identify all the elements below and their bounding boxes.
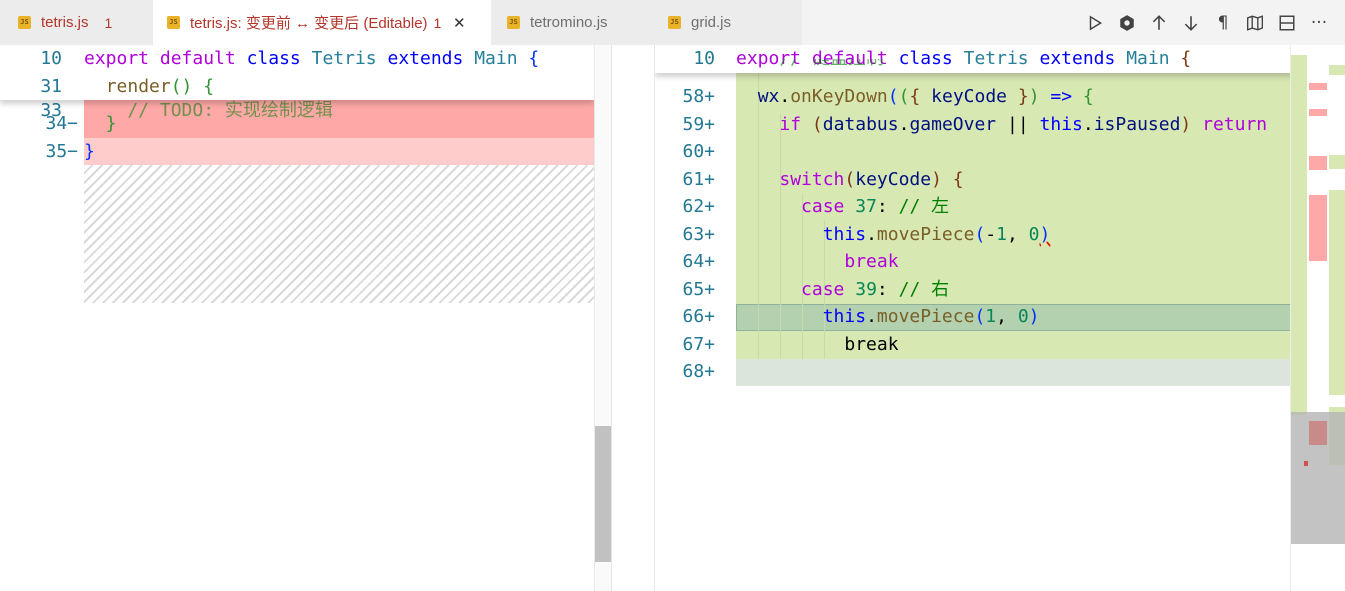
line-number: 58+ [682, 86, 715, 107]
close-icon[interactable]: ✕ [449, 13, 469, 33]
line-number: 59+ [682, 113, 715, 135]
code-line: break [736, 333, 899, 355]
arrow-down-icon[interactable] [1175, 7, 1207, 39]
pilcrow-icon[interactable]: ¶ [1207, 7, 1239, 39]
removed-marker [1309, 156, 1327, 170]
removed-line-highlight [84, 138, 611, 165]
javascript-file-icon: JS [18, 16, 31, 29]
removed-marker [1309, 109, 1327, 116]
line-number: 10 [693, 48, 715, 69]
code-line: export default class Tetris extends Main… [84, 48, 540, 69]
line-number: 61+ [682, 168, 715, 190]
code-line: case 39: // 右 [801, 278, 950, 300]
line-number: 31 [40, 75, 62, 97]
added-marker [1329, 65, 1345, 75]
removed-marker [1309, 83, 1327, 90]
code-line: case 37: // 左 [801, 196, 950, 217]
diff-sash[interactable] [611, 45, 655, 591]
code-line: switch(keyCode) { [779, 168, 964, 190]
tab-label: tetris.js [41, 14, 89, 31]
line-number: 67+ [682, 333, 715, 355]
tab-tetromino-js[interactable]: JS tetromino.js [491, 0, 654, 45]
problem-count-badge: 1 [433, 14, 442, 31]
code-line: } [84, 141, 95, 162]
vertical-scrollbar[interactable] [594, 45, 611, 591]
code-line: } [84, 113, 117, 134]
tab-label: grid.js [691, 14, 732, 31]
javascript-file-icon: JS [668, 16, 681, 29]
code-line: this.movePiece(-1, 0) [822, 223, 1051, 245]
code-line: // 键盘控制 [736, 59, 884, 73]
line-number: 63+ [682, 223, 715, 245]
javascript-file-icon: JS [507, 16, 520, 29]
removed-marker [1309, 195, 1327, 261]
tab-label: tetromino.js [530, 14, 608, 31]
line-number: 34− [45, 113, 78, 134]
scrollbar-thumb[interactable] [595, 426, 611, 562]
source-control-icon[interactable] [1111, 7, 1143, 39]
diff-modified-editor[interactable]: 58+ wx.onKeyDown(({ keyCode }) => { 59+ … [655, 45, 1345, 591]
code-line: // TODO: 实现绘制逻辑 [84, 100, 333, 121]
tab-label: tetris.js: 变更前 ↔ 变更后 (Editable) [190, 15, 428, 32]
editor-actions: ¶ ··· [1079, 0, 1335, 45]
added-empty-line-highlight [736, 359, 1308, 386]
line-number: 35− [45, 141, 78, 162]
error-marker [1304, 461, 1308, 466]
overview-ruler[interactable] [1290, 45, 1345, 591]
diff-empty-placeholder [84, 165, 611, 303]
arrow-up-icon[interactable] [1143, 7, 1175, 39]
tab-tetris-js[interactable]: JS tetris.js 1 [0, 0, 153, 45]
line-number: 64+ [682, 251, 715, 272]
code-line: break [736, 251, 899, 272]
map-icon[interactable] [1239, 7, 1271, 39]
tab-grid-js[interactable]: JS grid.js [654, 0, 802, 45]
added-marker [1291, 55, 1307, 415]
sticky-scroll-header: 10 export default class Tetris extends M… [0, 45, 594, 100]
code-line: render() { [105, 75, 215, 97]
javascript-file-icon: JS [167, 16, 180, 29]
line-number: 66+ [682, 306, 715, 327]
line-number: 65+ [682, 278, 715, 300]
line-number: 10 [40, 48, 62, 69]
problem-count-badge: 1 [104, 14, 113, 31]
added-marker [1329, 190, 1345, 395]
line-number: 62+ [682, 196, 715, 217]
added-marker [1329, 155, 1345, 169]
line-number: 68+ [682, 361, 715, 382]
run-icon[interactable] [1079, 7, 1111, 39]
split-editor-icon[interactable] [1271, 7, 1303, 39]
removed-marker [1309, 421, 1327, 445]
diff-original-editor[interactable]: 33 // TODO: 实现绘制逻辑 34− } 35− } 10 export… [0, 45, 611, 591]
code-line: wx.onKeyDown(({ keyCode }) => { [757, 86, 1094, 107]
tab-bar: JS tetris.js 1 JS tetris.js: 变更前 ↔ 变更后 (… [0, 0, 1345, 45]
code-line: if (databus.gameOver || this.isPaused) r… [779, 113, 1268, 135]
line-number: 60+ [682, 141, 715, 162]
code-line: this.movePiece(1, 0) [822, 306, 1040, 327]
more-icon[interactable]: ··· [1303, 7, 1335, 39]
tab-tetris-js-diff[interactable]: JS tetris.js: 变更前 ↔ 变更后 (Editable) 1 ✕ [153, 0, 491, 45]
